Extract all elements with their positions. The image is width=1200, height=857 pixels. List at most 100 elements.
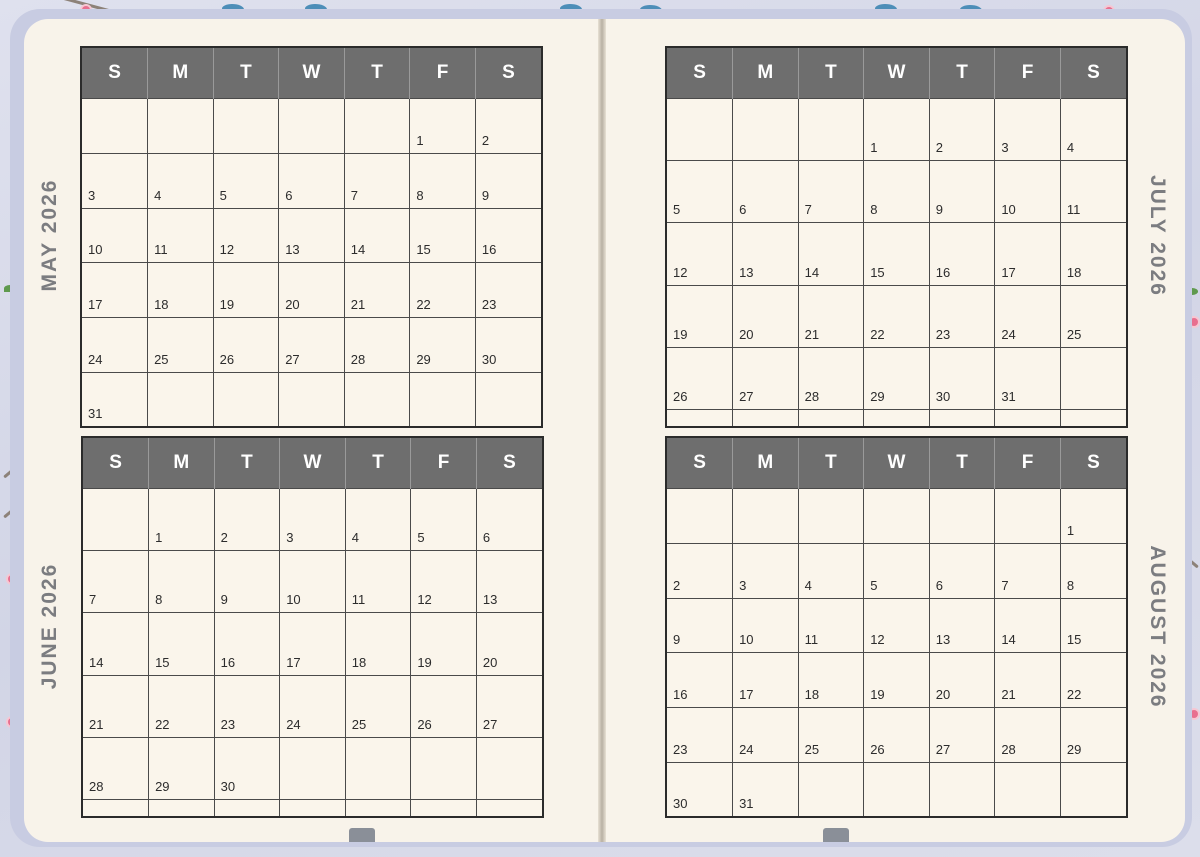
- day-cell: 26: [410, 674, 477, 738]
- weekday-header-row: SMTWTFS: [667, 438, 1126, 489]
- day-cell: [410, 799, 477, 816]
- month-grid: S M T W T F S 1 2 3 4 5 6 7 8 9 10 11 12 13 14 15 16 17 18 19 20 21…: [82, 48, 541, 426]
- month-grid: S M T W T F S 1 2 3 4 5 6 7 8 9 10 11 12 13 14 15 16 17 18 19 20 21…: [667, 48, 1126, 426]
- day-cell: 21: [343, 262, 411, 319]
- week-row: 3456789: [82, 152, 541, 209]
- day-cell: 27: [278, 317, 345, 373]
- day-cell: 21: [994, 652, 1061, 709]
- week-row: [667, 409, 1126, 426]
- day-cell: 29: [1059, 707, 1126, 763]
- day-cell: [667, 409, 734, 426]
- week-row: 123456: [83, 487, 542, 552]
- day-cell: 23: [667, 707, 734, 763]
- week-row: 16 17 18 19 20 21 22: [667, 652, 1126, 709]
- day-cell: 26: [667, 346, 734, 411]
- week-row: 1: [667, 488, 1126, 544]
- day-cell: [83, 799, 150, 816]
- day-cell: 28: [994, 707, 1061, 763]
- day-cell: 12: [212, 207, 280, 264]
- week-row: 17 18 19 20 21 22 23: [82, 262, 541, 319]
- day-cell: [797, 97, 865, 162]
- weekday-header: S: [667, 438, 734, 489]
- day-cell: [212, 98, 280, 154]
- calendar-june: S M T W T F S 1 2 3 4 5 6 7 8 9 10 11 12 13 14 15 16 17 18 19 20 21…: [81, 436, 544, 818]
- day-cell: 8: [148, 550, 215, 614]
- day-cell: [797, 488, 865, 544]
- weekday-header: S: [82, 48, 149, 99]
- weekday-header: T: [929, 48, 996, 99]
- weekday-header: S: [475, 48, 541, 99]
- day-cell: 4: [147, 152, 214, 209]
- day-cell: [147, 98, 214, 154]
- weekday-header: M: [148, 438, 215, 489]
- weekday-header: S: [83, 438, 150, 489]
- weekday-header-row: SMTWTFS: [83, 438, 542, 489]
- day-cell: 11: [344, 550, 412, 614]
- day-cell: 25: [797, 707, 865, 763]
- day-cell: 22: [148, 674, 215, 738]
- month-grid: S M T W T F S 1 2 3 4 5 6 7 8 9 10 11 12 13 14 15 16 17 18 19 20 21…: [83, 438, 542, 816]
- day-cell: 1: [409, 98, 476, 154]
- weekday-header: W: [863, 48, 930, 99]
- week-row: 1234: [667, 97, 1126, 162]
- day-cell: 10: [82, 207, 149, 264]
- day-cell: 20: [475, 612, 542, 676]
- day-cell: 22: [409, 262, 476, 319]
- month-title-july: JULY 2026: [1146, 175, 1169, 297]
- day-cell: 5: [410, 487, 477, 552]
- day-cell: 28: [83, 736, 150, 801]
- day-cell: [667, 97, 734, 162]
- day-cell: 13: [278, 207, 345, 264]
- day-cell: [343, 371, 411, 426]
- day-cell: 20: [732, 284, 799, 348]
- day-cell: 18: [147, 262, 214, 319]
- day-cell: 9: [474, 152, 541, 209]
- day-cell: 3: [994, 97, 1061, 162]
- day-cell: 19: [212, 262, 280, 319]
- week-row: 7 8 9 10 11 12 13: [83, 550, 542, 614]
- day-cell: 2: [213, 487, 281, 552]
- day-cell: [474, 371, 541, 426]
- day-cell: [994, 488, 1061, 544]
- day-cell: [278, 371, 345, 426]
- week-row: 19 20 21 22 23 24 25: [667, 284, 1126, 348]
- week-row: 10 11 12 13 14 15 16: [82, 207, 541, 264]
- day-cell: 4: [797, 542, 865, 599]
- day-cell: [212, 371, 280, 426]
- bookmark-ribbon: [349, 828, 375, 842]
- day-cell: 2: [928, 97, 996, 162]
- week-row: 9 10 11 12 13 14 15: [667, 597, 1126, 654]
- day-cell: [213, 799, 281, 816]
- weekday-header: W: [863, 438, 930, 489]
- weekday-header: F: [409, 48, 476, 99]
- day-cell: 4: [1059, 97, 1126, 162]
- day-cell: 18: [344, 612, 412, 676]
- weekday-header-row: SMTWTFS: [667, 48, 1126, 99]
- week-row: 26 27 28 29 30 31: [667, 346, 1126, 411]
- day-cell: 7: [343, 152, 411, 209]
- day-cell: 24: [994, 284, 1061, 348]
- day-cell: 8: [409, 152, 476, 209]
- day-cell: 12: [667, 222, 734, 286]
- day-cell: [928, 488, 996, 544]
- day-cell: 15: [409, 207, 476, 264]
- day-cell: [279, 799, 346, 816]
- month-grid: S M T W T F S 1 2 3 4 5 6 7 8 9 10 11 12 13 14 15 16 17 18 19 20 21…: [667, 438, 1126, 816]
- day-cell: 2: [474, 98, 541, 154]
- day-cell: [83, 487, 150, 552]
- day-cell: 21: [83, 674, 150, 738]
- day-cell: 22: [863, 284, 930, 348]
- day-cell: 29: [148, 736, 215, 801]
- day-cell: 10: [732, 597, 799, 654]
- day-cell: 16: [213, 612, 281, 676]
- day-cell: [147, 371, 214, 426]
- weekday-header: S: [476, 438, 542, 489]
- day-cell: 16: [667, 652, 734, 709]
- weekday-header: F: [994, 438, 1061, 489]
- day-cell: [148, 799, 215, 816]
- day-cell: 29: [409, 317, 476, 373]
- day-cell: [732, 97, 799, 162]
- day-cell: 1: [863, 97, 930, 162]
- day-cell: 23: [928, 284, 996, 348]
- day-cell: 11: [147, 207, 214, 264]
